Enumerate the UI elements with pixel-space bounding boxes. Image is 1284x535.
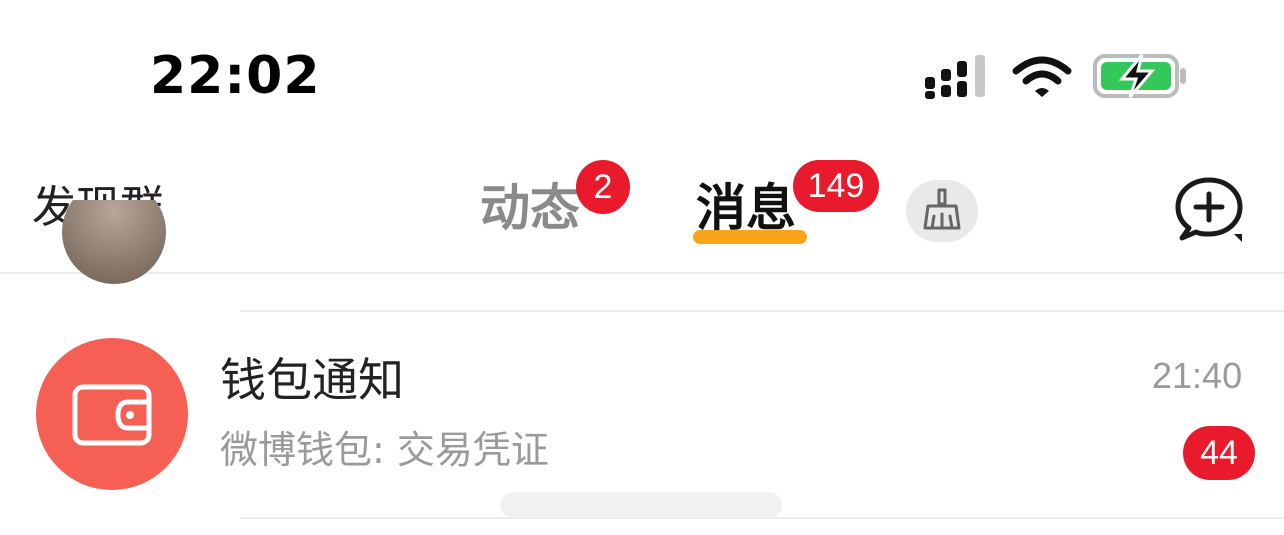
list-divider-bottom: [240, 517, 1284, 519]
previous-item-avatar: [62, 200, 166, 284]
signal-icon: [925, 55, 985, 99]
clear-unread-button[interactable]: [906, 180, 978, 242]
battery-charging-icon: [1093, 54, 1186, 98]
home-indicator: [500, 492, 782, 518]
list-item-title[interactable]: 钱包通知: [220, 350, 404, 410]
add-chat-icon: [1175, 177, 1243, 242]
wallet-icon: [72, 384, 152, 446]
tab-messages[interactable]: 消息: [696, 178, 796, 238]
tab-messages-badge: 149: [793, 160, 879, 212]
list-divider: [240, 310, 1284, 312]
wifi-icon: [1012, 56, 1072, 97]
tab-dynamic[interactable]: 动态: [480, 178, 580, 238]
list-item-time: 21:40: [1152, 355, 1243, 396]
broom-icon: [923, 188, 961, 230]
tab-dynamic-badge: 2: [576, 160, 630, 214]
list-item-unread-badge: 44: [1183, 426, 1255, 480]
status-time: 22:02: [150, 46, 321, 106]
wallet-notification-avatar[interactable]: [36, 338, 188, 490]
nav-divider: [0, 272, 1284, 274]
new-chat-button[interactable]: [1172, 176, 1246, 242]
list-item-preview: 微博钱包: 交易凭证: [220, 428, 549, 472]
